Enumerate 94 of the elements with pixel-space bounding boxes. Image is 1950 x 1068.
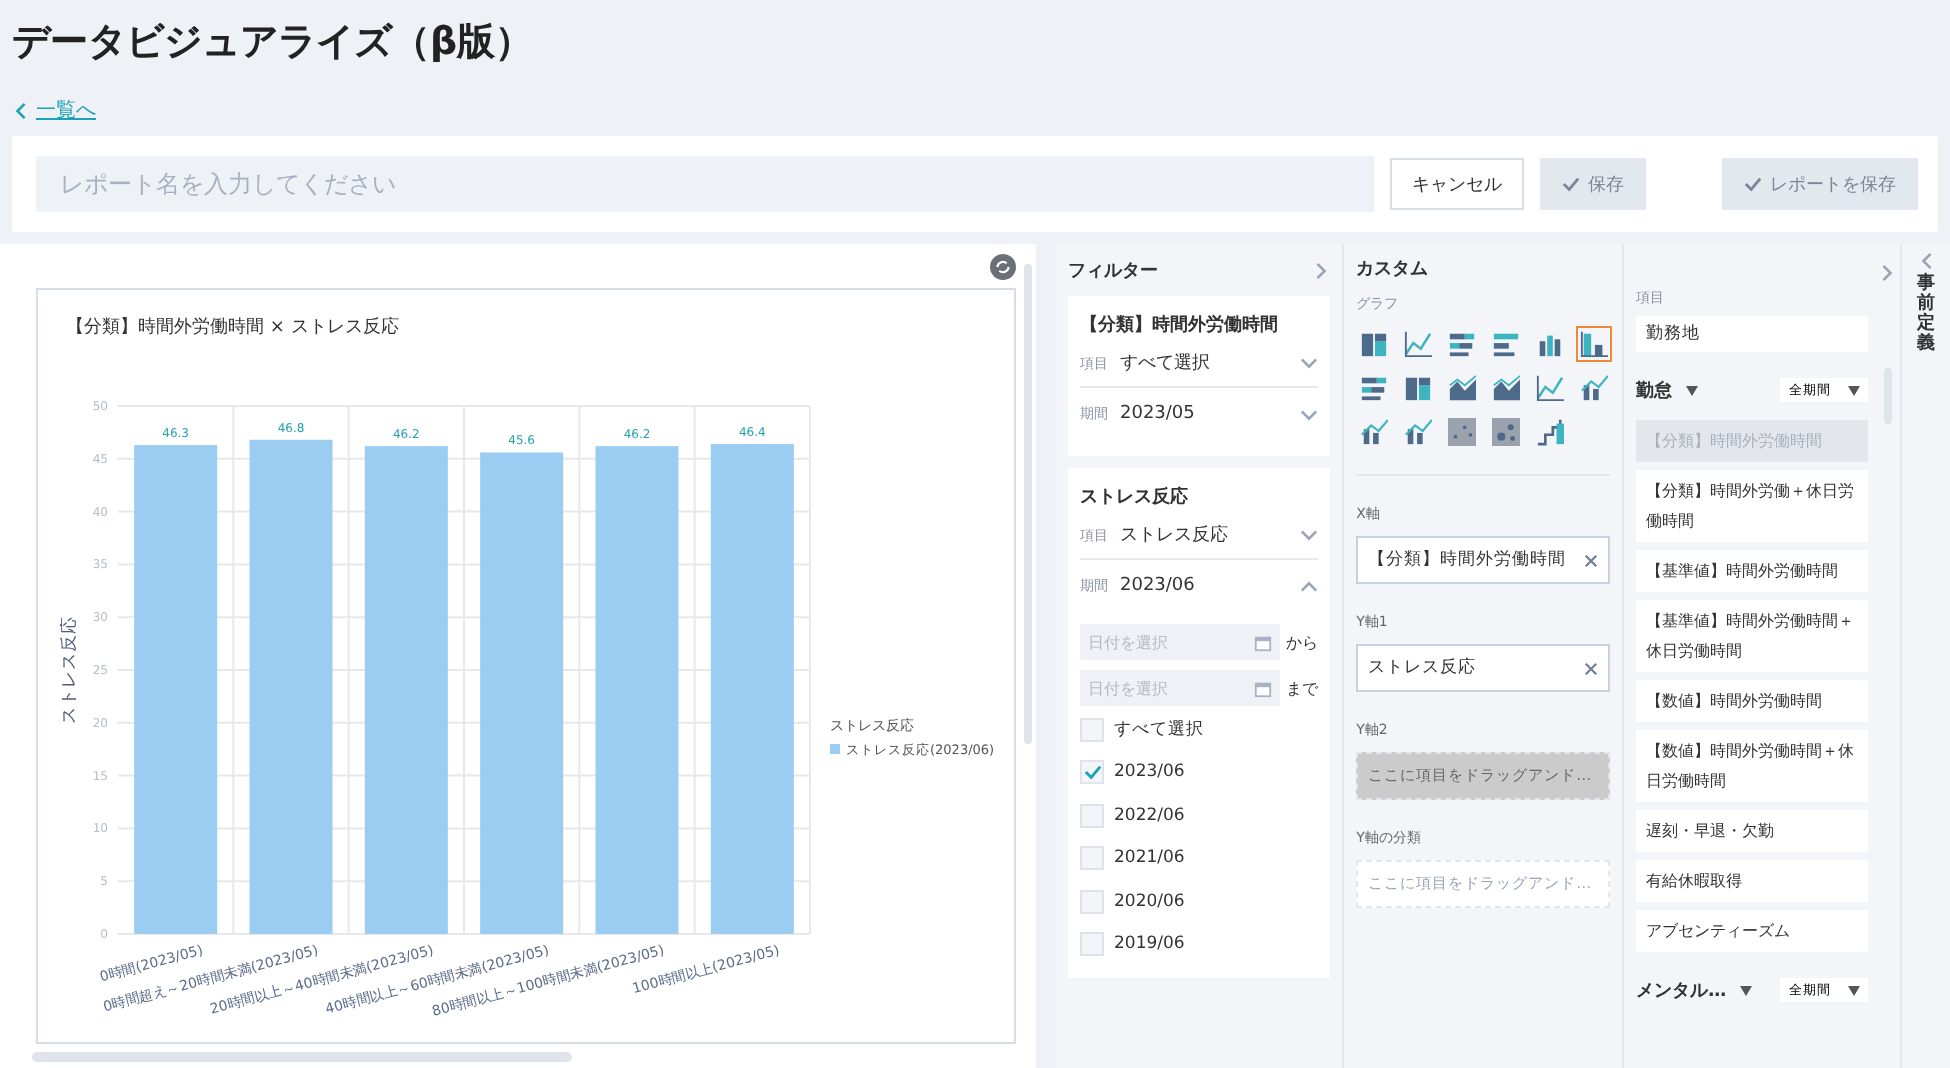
chart-type-icon — [1404, 374, 1433, 402]
check-icon — [1562, 176, 1580, 192]
caret-icon — [1740, 985, 1753, 995]
chart-type-icon — [1492, 330, 1521, 358]
filter-group-title: 【分類】時間外労働時間 — [1080, 312, 1280, 338]
select-value: 2023/05 — [1120, 404, 1197, 424]
chart-type-button[interactable] — [1532, 414, 1569, 450]
checkbox[interactable] — [1080, 803, 1104, 828]
checkbox[interactable] — [1080, 717, 1104, 742]
item-field[interactable]: 勤務地 — [1636, 316, 1869, 352]
date-placeholder: 日付を選択 — [1088, 677, 1168, 699]
option-label: 2023/06 — [1114, 762, 1185, 783]
filter-group-title: ストレス反応 — [1080, 484, 1190, 510]
draggable-item[interactable]: 【数値】時間外労働時間＋休日労働時間 — [1636, 730, 1869, 802]
date-suffix: から — [1286, 631, 1319, 653]
report-name-field[interactable]: レポート名を入力してください — [36, 156, 1374, 212]
chart-type-button[interactable] — [1488, 414, 1525, 450]
side-tab-label: 事前定義 — [1917, 276, 1936, 356]
checkbox[interactable] — [1080, 932, 1104, 957]
chart-type-icon — [1448, 418, 1477, 446]
collapse-chevron-icon[interactable] — [1878, 264, 1897, 282]
draggable-item[interactable]: 有給休暇取得 — [1636, 860, 1869, 902]
axis-drop-field[interactable]: ストレス反応 — [1356, 644, 1611, 692]
clear-icon[interactable] — [1584, 661, 1599, 675]
draggable-item[interactable]: 【基準値】時間外労働時間 — [1636, 550, 1869, 592]
chart-type-button[interactable] — [1400, 326, 1437, 362]
check-icon — [1083, 764, 1101, 781]
cancel-button[interactable]: キャンセル — [1390, 158, 1524, 210]
chart-type-icon — [1448, 330, 1477, 358]
chart-type-button[interactable] — [1532, 370, 1569, 406]
chart-type-icon — [1360, 418, 1389, 446]
select-value: ストレス反応 — [1120, 523, 1230, 548]
option-label: すべて選択 — [1114, 717, 1204, 742]
select-value: すべて選択 — [1120, 351, 1212, 376]
chart-type-button[interactable] — [1488, 370, 1525, 406]
horizontal-scrollbar[interactable] — [32, 1052, 572, 1062]
chevron-icon[interactable] — [1300, 577, 1319, 595]
chevron-icon[interactable] — [1300, 526, 1319, 544]
chevron-icon[interactable] — [1300, 405, 1319, 423]
caret-icon — [1848, 385, 1861, 395]
calendar-icon — [1254, 633, 1273, 651]
option-label: 2022/06 — [1114, 805, 1185, 826]
refresh-icon[interactable] — [990, 254, 1016, 280]
option-label: 2021/06 — [1114, 848, 1185, 869]
group-title: メンタル… — [1636, 979, 1727, 1003]
chart-type-icon — [1360, 374, 1389, 402]
chart-type-icon — [1536, 330, 1565, 358]
chart-type-icon — [1580, 374, 1609, 402]
chart-type-icon — [1580, 330, 1609, 358]
chart-type-icon — [1536, 418, 1565, 446]
chart-title: 【分類】時間外労働時間 × ストレス反応 — [64, 315, 401, 342]
y-axis-title: ストレス反応 — [60, 616, 80, 724]
caret-icon — [1848, 985, 1861, 995]
chart-type-button[interactable] — [1444, 414, 1481, 450]
chart-type-button[interactable] — [1356, 414, 1393, 450]
chevron-icon[interactable] — [1300, 354, 1319, 372]
date-placeholder: 日付を選択 — [1088, 631, 1168, 653]
custom-title: カスタム — [1356, 258, 1431, 282]
date-suffix: まで — [1286, 677, 1319, 699]
draggable-item[interactable]: 【基準値】時間外労働時間＋休日労働時間 — [1636, 600, 1869, 672]
checkbox[interactable] — [1080, 846, 1104, 871]
vertical-scrollbar[interactable] — [1024, 264, 1032, 744]
option-label: 2019/06 — [1114, 934, 1185, 955]
draggable-item[interactable]: 【数値】時間外労働時間 — [1636, 680, 1869, 722]
draggable-item[interactable]: アブセンティーズム — [1636, 910, 1869, 952]
select-value: 2023/06 — [1120, 576, 1197, 596]
chart-type-icon — [1360, 330, 1389, 358]
calendar-icon — [1254, 679, 1273, 697]
chart-type-icon — [1492, 418, 1521, 446]
expand-chevron-icon[interactable] — [1917, 252, 1936, 270]
checkbox[interactable] — [1080, 889, 1104, 914]
check-icon — [1744, 176, 1762, 192]
chart-type-icon — [1404, 330, 1433, 358]
group-title: 勤怠 — [1636, 378, 1673, 403]
caret-icon — [1686, 385, 1699, 395]
draggable-item[interactable]: 【分類】時間外労働＋休日労働時間 — [1636, 470, 1869, 542]
page-title: データビジュアライズ（β版） — [10, 18, 536, 68]
chart-type-button[interactable] — [1444, 370, 1481, 406]
chart-type-button[interactable] — [1576, 326, 1613, 362]
back-chevron-icon[interactable] — [12, 101, 30, 119]
clear-icon[interactable] — [1584, 553, 1599, 567]
checkbox[interactable] — [1080, 760, 1104, 785]
filter-title: フィルター — [1068, 259, 1158, 283]
side-tab[interactable]: 事前定義 — [1900, 244, 1950, 1068]
chart-type-icon — [1536, 374, 1565, 402]
axis-drop-field[interactable]: 【分類】時間外労働時間 — [1356, 536, 1611, 584]
chart-type-button[interactable] — [1400, 414, 1437, 450]
option-label: 2020/06 — [1114, 891, 1185, 912]
chart-type-icon — [1404, 418, 1433, 446]
chart-type-button[interactable] — [1576, 370, 1613, 406]
chart-type-icon — [1448, 374, 1477, 402]
draggable-item[interactable]: 遅刻・早退・欠勤 — [1636, 810, 1869, 852]
collapse-chevron-icon[interactable] — [1312, 261, 1331, 279]
chart-type-icon — [1492, 374, 1521, 402]
